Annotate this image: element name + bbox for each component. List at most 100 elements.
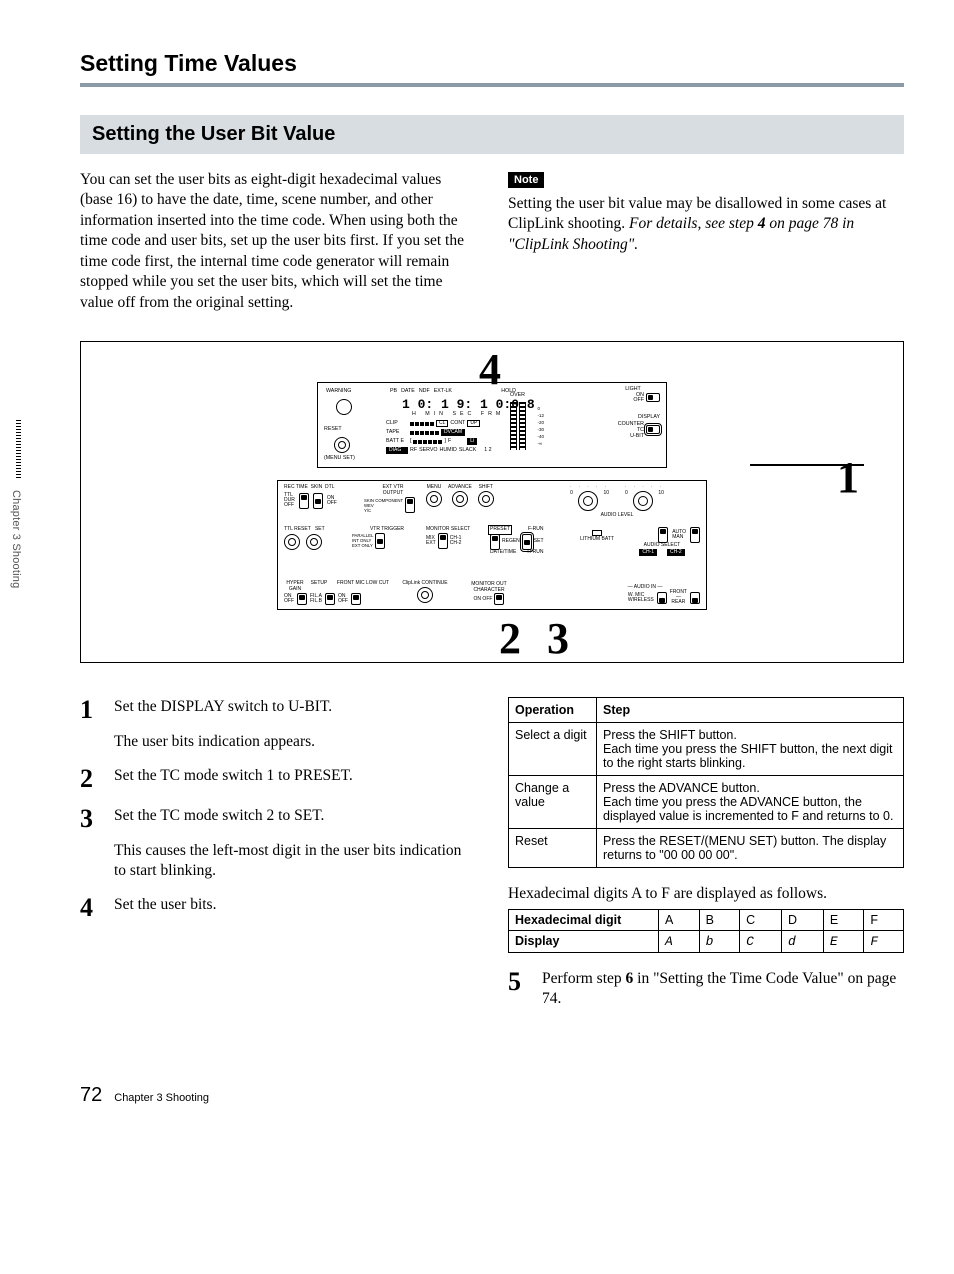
lbl-audio-in: AUDIO IN [634, 584, 656, 590]
knob1-0: 0 [570, 491, 573, 511]
lbl-regen: REGEN [502, 539, 520, 545]
lbl-off2: OFF [284, 503, 295, 508]
clip-segments [410, 422, 434, 426]
reset-button[interactable] [334, 437, 350, 453]
tc-mode-switch-2[interactable] [522, 534, 532, 550]
step-4-text: Set the user bits. [114, 895, 476, 921]
lbl-set2: SET [534, 539, 544, 545]
step-4-num: 4 [80, 895, 100, 921]
lbl-set: SET [315, 526, 325, 532]
label-reset: RESET [324, 427, 355, 433]
lbl-f: F [448, 439, 451, 445]
display-panel: WARNING RESET (MENU SET) PB DATE NDF EXT… [317, 382, 667, 468]
footer-text: Chapter 3 Shooting [114, 1092, 209, 1104]
step-5-num: 5 [508, 969, 528, 1010]
audio-select-ch1[interactable] [658, 527, 668, 543]
cliplink-dial[interactable] [417, 587, 433, 603]
section-title: Setting the User Bit Value [92, 123, 892, 146]
hyper-gain-switch[interactable] [297, 593, 307, 605]
lbl-ubit: U-BIT [618, 433, 644, 439]
audio-in-ch1[interactable] [657, 592, 667, 604]
lbl-man: MAN [672, 535, 686, 540]
lbl-cliplink: ClipLink CONTINUE [398, 581, 452, 587]
knob2-10: 10 [658, 491, 664, 511]
timecode-labels: H MIN SEC FRM [412, 412, 504, 418]
leader-line-1 [750, 464, 864, 466]
op-r3a: Reset [509, 829, 597, 868]
tape-segments [410, 431, 439, 435]
lbl-cont: CONT [450, 421, 465, 427]
hx-D: D [781, 909, 823, 930]
lbl-date: DATE [401, 389, 415, 395]
op-th-1: Operation [509, 698, 597, 723]
hex-table: Hexadecimal digit A B C D E F Display A … [508, 909, 904, 953]
audio-level-knob-1[interactable] [578, 491, 598, 511]
op-r1a: Select a digit [509, 723, 597, 776]
lbl-audio-level: AUDIO LEVEL [534, 513, 700, 519]
lbl-extlk: EXT-LK [434, 389, 452, 395]
side-tab: Chapter 3 Shooting [10, 490, 22, 588]
vtr-trigger-switch[interactable] [375, 533, 385, 549]
audio-level-knob-2[interactable] [633, 491, 653, 511]
tick-inf: -∞ [537, 440, 544, 447]
note-label: Note [508, 172, 544, 188]
op-th-2: Step [597, 698, 904, 723]
hx-h: Hexadecimal digit [509, 909, 659, 930]
intro-paragraph: You can set the user bits as eight-digit… [80, 170, 476, 313]
monitor-out-switch[interactable] [494, 593, 504, 605]
lbl-lithium: LITHIUM BATT [574, 537, 620, 543]
audio-in-ch2[interactable] [690, 592, 700, 604]
figure: 4 1 2 3 WARNING RESET (MENU SET) PB [80, 341, 904, 663]
lbl-dtl: DTL [325, 484, 334, 490]
lbl-output: OUTPUT [383, 490, 404, 496]
tick-12: -12 [537, 412, 544, 419]
operation-table: Operation Step Select a digit Press the … [508, 697, 904, 868]
op-r2a: Change a value [509, 776, 597, 829]
callout-3: 3 [547, 613, 569, 664]
step-2-num: 2 [80, 766, 100, 792]
lbl-skin: SKIN [311, 484, 323, 490]
note-xref-a: For details, see step [629, 215, 758, 232]
lbl-over: OVER [510, 393, 525, 399]
monitor-select-switch[interactable] [438, 533, 448, 549]
control-panel: REC TIME SKIN DTL TTL DUR OFF ON [277, 480, 707, 610]
hx-A: A [659, 909, 700, 930]
op-r1b: Press the SHIFT button. Each time you pr… [597, 723, 904, 776]
tc-mode-switch-1[interactable] [490, 534, 500, 550]
lbl-pb: PB [390, 389, 397, 395]
step-2-text: Set the TC mode switch 1 to PRESET. [114, 766, 476, 792]
setup-switch[interactable] [325, 593, 335, 605]
callout-1: 1 [837, 452, 859, 503]
binding-marks [16, 420, 21, 480]
knob1-10: 10 [603, 491, 609, 511]
lbl-ttl-reset: TTL RESET [284, 526, 311, 532]
lbl-shift: SHIFT [478, 485, 494, 491]
hx-d: Display [509, 930, 659, 952]
menu-dial[interactable] [426, 491, 442, 507]
front-mic-switch[interactable] [351, 593, 361, 605]
skin-switch[interactable] [313, 493, 323, 509]
extvtr-output-switch[interactable] [405, 497, 415, 513]
lbl-preset: PRESET [490, 527, 510, 533]
hx-E: E [823, 909, 864, 930]
shift-button[interactable] [478, 491, 494, 507]
label-menu-set: (MENU SET) [324, 456, 355, 462]
lbl-setup: SETUP [309, 581, 329, 592]
page-number: 72 [80, 1084, 102, 1107]
rectime-switch[interactable] [299, 493, 309, 509]
display-switch[interactable] [646, 425, 660, 434]
hx-dA: A [659, 930, 700, 952]
lbl-frun: F-RUN [528, 527, 544, 533]
light-switch[interactable] [646, 393, 660, 402]
ttl-reset-button[interactable] [284, 534, 300, 550]
audio-select-ch2[interactable] [690, 527, 700, 543]
lbl-front-mic: FRONT MIC LOW CUT [332, 581, 394, 592]
batt-segments [413, 440, 442, 444]
step-1-num: 1 [80, 697, 100, 752]
lbl-rear: REAR [670, 600, 687, 605]
knob2-0: 0 [625, 491, 628, 511]
audio-meter [510, 402, 526, 450]
advance-button[interactable] [452, 491, 468, 507]
lbl-ms-ch2: CH-2 [450, 541, 462, 546]
set-button[interactable] [306, 534, 322, 550]
